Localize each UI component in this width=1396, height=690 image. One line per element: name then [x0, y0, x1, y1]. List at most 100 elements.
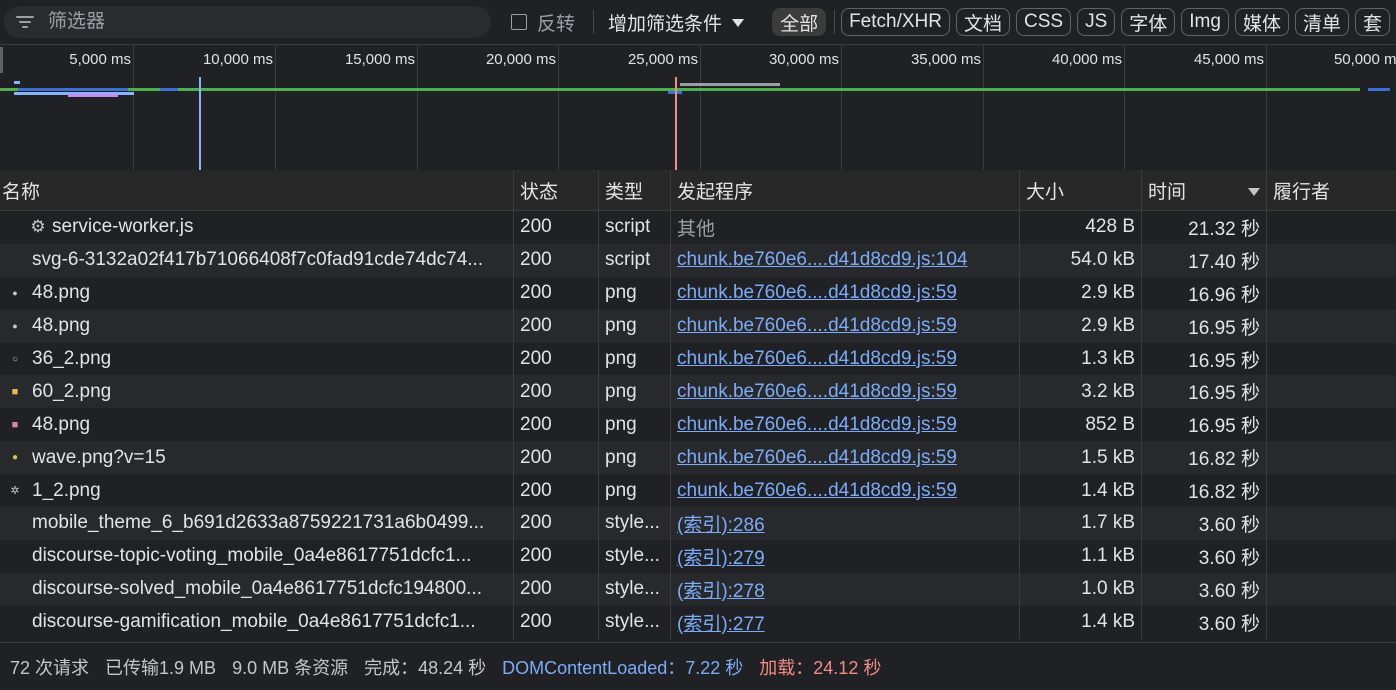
timeline-request-bar [0, 47, 3, 73]
type-cell: png [599, 375, 671, 409]
status-cell-text: 200 [520, 578, 552, 600]
request-name[interactable]: svg-6-3132a02f417b71066408f7c0fad91cde74… [32, 249, 483, 271]
request-name[interactable]: 1_2.png [32, 480, 101, 502]
initiator-cell-text[interactable]: chunk.be760e6....d41d8cd9.js:59 [677, 282, 957, 304]
type-cell: script [599, 243, 671, 277]
type-filter-css[interactable]: CSS [1016, 8, 1072, 36]
table-row[interactable]: discourse-solved_mobile_0a4e8617751dcfc1… [0, 572, 1396, 606]
initiator-cell-text[interactable]: (索引):277 [677, 609, 765, 636]
type-filter-socket[interactable]: 套 [1355, 8, 1391, 36]
invert-checkbox[interactable] [511, 14, 528, 30]
request-name[interactable]: discourse-topic-voting_mobile_0a4e861775… [32, 545, 471, 567]
initiator-cell-text[interactable]: chunk.be760e6....d41d8cd9.js:59 [677, 315, 957, 337]
fulfilled-by-cell [1267, 606, 1396, 639]
timeline-tick-label: 15,000 ms [344, 51, 415, 68]
initiator-cell-text[interactable]: chunk.be760e6....d41d8cd9.js:104 [677, 249, 968, 271]
status-cell: 200 [514, 474, 599, 508]
size-cell: 1.1 kB [1020, 539, 1142, 573]
type-filter-fetch-xhr[interactable]: Fetch/XHR [841, 8, 950, 36]
more-filters-dropdown[interactable]: 增加筛选条件 [608, 9, 745, 36]
sort-descending-icon [1248, 188, 1260, 196]
request-name-cell[interactable]: ⚙ service-worker.js [0, 211, 514, 244]
request-name[interactable]: discourse-solved_mobile_0a4e8617751dcfc1… [32, 578, 482, 600]
size-cell-text: 1.3 kB [1081, 348, 1135, 369]
initiator-cell-text: 其他 [677, 218, 716, 240]
initiator-cell-text[interactable]: chunk.be760e6....d41d8cd9.js:59 [677, 414, 957, 436]
request-name-cell[interactable]: ● wave.png?v=15 [0, 441, 514, 475]
table-row[interactable]: ● 48.png 200 png chunk.be760e6....d41d8cd9.j… [0, 276, 1396, 310]
initiator-cell-text[interactable]: (索引):286 [677, 510, 765, 537]
table-row[interactable]: ✲ 1_2.png 200 png chunk.be760e6....d41d8cd9.… [0, 474, 1396, 508]
status-cell-text: 200 [520, 315, 552, 337]
request-name-cell[interactable]: ● 48.png [0, 309, 514, 343]
initiator-cell-text[interactable]: chunk.be760e6....d41d8cd9.js:59 [677, 381, 957, 403]
request-name-cell[interactable]: ● 48.png [0, 276, 514, 310]
column-header-time[interactable]: 时间 [1142, 170, 1267, 210]
column-header-size[interactable]: 大小 [1020, 170, 1142, 210]
type-filter-js[interactable]: JS [1077, 8, 1116, 36]
column-header-type[interactable]: 类型 [599, 170, 671, 210]
column-header-name[interactable]: 名称 [0, 170, 514, 210]
request-name-cell[interactable]: discourse-gamification_mobile_0a4e861775… [0, 605, 514, 639]
time-cell-text: 3.60 秒 [1198, 580, 1260, 602]
filter-input[interactable] [46, 10, 470, 34]
type-filter-media[interactable]: 媒体 [1234, 8, 1289, 36]
request-name-cell[interactable]: ○ 36_2.png [0, 342, 514, 376]
table-row[interactable]: discourse-topic-voting_mobile_0a4e861775… [0, 539, 1396, 573]
fulfilled-by-cell [1267, 310, 1396, 343]
status-cell-text: 200 [520, 446, 552, 468]
request-name-cell[interactable]: svg-6-3132a02f417b71066408f7c0fad91cde74… [0, 243, 514, 277]
column-header-fulfilled-by[interactable]: 履行者 [1267, 170, 1396, 210]
request-name[interactable]: mobile_theme_6_b691d2633a8759221731a6b04… [32, 512, 484, 534]
fulfilled-by-cell [1267, 507, 1396, 540]
request-name[interactable]: 48.png [32, 315, 90, 337]
type-filter-all[interactable]: 全部 [772, 8, 827, 36]
request-name[interactable]: 36_2.png [32, 348, 111, 370]
avatar-thumb-icon: ● [12, 288, 18, 299]
request-name[interactable]: 60_2.png [32, 381, 111, 403]
table-row[interactable]: ● 48.png 200 png chunk.be760e6....d41d8cd9.j… [0, 309, 1396, 343]
type-filter-img[interactable]: Img [1181, 8, 1229, 36]
initiator-cell-text[interactable]: (索引):279 [677, 543, 765, 570]
initiator-cell: chunk.be760e6....d41d8cd9.js:59 [671, 276, 1020, 310]
table-row[interactable]: ⚙ service-worker.js 200 script 其他 428 B 21.32 … [0, 211, 1396, 244]
status-cell: 200 [514, 243, 599, 277]
type-filter-font[interactable]: 字体 [1121, 8, 1176, 36]
request-name-cell[interactable]: ✲ 1_2.png [0, 474, 514, 508]
filter-search-box[interactable] [4, 6, 492, 38]
table-row[interactable]: ■ 60_2.png 200 png chunk.be760e6....d41d8cd9… [0, 375, 1396, 409]
table-row[interactable]: ● wave.png?v=15 200 png chunk.be760e6....d41… [0, 441, 1396, 475]
table-row[interactable]: svg-6-3132a02f417b71066408f7c0fad91cde74… [0, 243, 1396, 277]
request-name[interactable]: discourse-gamification_mobile_0a4e861775… [32, 611, 476, 633]
type-filter-doc[interactable]: 文档 [955, 8, 1010, 36]
initiator-cell-text[interactable]: chunk.be760e6....d41d8cd9.js:59 [677, 447, 957, 469]
request-name-cell[interactable]: ■ 60_2.png [0, 375, 514, 409]
table-row[interactable]: ■ 48.png 200 png chunk.be760e6....d41d8cd9.j… [0, 408, 1396, 442]
size-cell-text: 54.0 kB [1070, 249, 1135, 271]
time-cell-text: 3.60 秒 [1198, 613, 1260, 635]
request-name-cell[interactable]: discourse-topic-voting_mobile_0a4e861775… [0, 539, 514, 573]
initiator-cell-text[interactable]: (索引):278 [677, 576, 765, 603]
request-name[interactable]: 48.png [32, 282, 90, 304]
table-row[interactable]: mobile_theme_6_b691d2633a8759221731a6b04… [0, 507, 1396, 540]
more-filters-label: 增加筛选条件 [608, 13, 723, 35]
filter-toolbar: 反转 增加筛选条件 全部 Fetch/XHR 文档 CSS JS 字体 Img … [0, 0, 1396, 45]
initiator-cell-text[interactable]: chunk.be760e6....d41d8cd9.js:59 [677, 480, 957, 502]
column-header-status[interactable]: 状态 [514, 170, 599, 210]
dom-content-loaded-time: DOMContentLoaded：7.22 秒 [502, 657, 744, 678]
table-row[interactable]: ○ 36_2.png 200 png chunk.be760e6....d41d8cd9… [0, 342, 1396, 376]
initiator-cell-text[interactable]: chunk.be760e6....d41d8cd9.js:59 [677, 348, 957, 370]
request-name-cell[interactable]: discourse-solved_mobile_0a4e8617751dcfc1… [0, 572, 514, 606]
time-cell-text: 16.82 秒 [1188, 482, 1260, 504]
request-name-cell[interactable]: mobile_theme_6_b691d2633a8759221731a6b04… [0, 507, 514, 540]
type-filter-manifest[interactable]: 清单 [1294, 8, 1349, 36]
request-name[interactable]: service-worker.js [52, 216, 193, 238]
invert-toggle[interactable]: 反转 [511, 9, 575, 36]
request-name-cell[interactable]: ■ 48.png [0, 408, 514, 442]
table-row[interactable]: discourse-gamification_mobile_0a4e861775… [0, 605, 1396, 639]
request-name[interactable]: wave.png?v=15 [32, 447, 166, 469]
type-cell-text: png [605, 315, 637, 337]
network-overview-timeline[interactable]: 5,000 ms 10,000 ms 15,000 ms 20,000 ms 2… [0, 45, 1396, 171]
column-header-initiator[interactable]: 发起程序 [671, 170, 1020, 210]
request-name[interactable]: 48.png [32, 414, 90, 436]
